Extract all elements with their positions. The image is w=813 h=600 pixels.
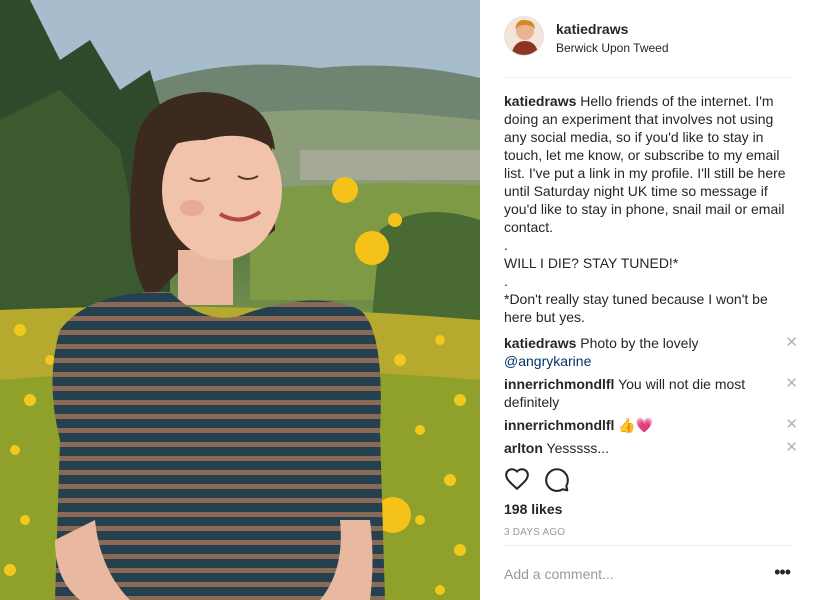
comment-item: arlton Yesssss... ✕ [504, 439, 798, 457]
comment-item: innerrichmondlfl 👍💗 ✕ [504, 416, 798, 434]
post-header: katiedraws Berwick Upon Tweed [504, 16, 792, 78]
comments-list: katiedraws Hello friends of the internet… [504, 92, 798, 457]
add-comment-bar: ••• [504, 545, 792, 600]
author-username[interactable]: katiedraws [556, 21, 628, 37]
post-caption: katiedraws Hello friends of the internet… [504, 92, 794, 326]
avatar-illustration [511, 19, 539, 55]
comment-text: Photo by the lovely [576, 335, 699, 351]
comment-mention[interactable]: @angrykarine [504, 353, 591, 369]
likes-count[interactable]: 198 likes [504, 501, 562, 517]
post-location[interactable]: Berwick Upon Tweed [556, 41, 669, 55]
comment-username[interactable]: innerrichmondlfl [504, 376, 614, 392]
comment-button[interactable] [544, 466, 572, 494]
post-actions [504, 466, 792, 496]
remove-comment-icon[interactable]: ✕ [785, 439, 798, 457]
comment-item: innerrichmondlfl You will not die most d… [504, 375, 798, 411]
author-avatar[interactable] [504, 16, 544, 56]
comment-username[interactable]: innerrichmondlfl [504, 417, 614, 433]
comment-bubble-icon [545, 468, 569, 492]
comment-text: Yesssss... [542, 440, 610, 456]
heart-icon [505, 468, 529, 491]
add-comment-input[interactable] [504, 562, 754, 586]
remove-comment-icon[interactable]: ✕ [785, 334, 798, 352]
comment-item: katiedraws Photo by the lovely @angrykar… [504, 334, 798, 370]
post-photo-illustration [0, 0, 480, 600]
comment-text: 👍💗 [614, 417, 654, 433]
remove-comment-icon[interactable]: ✕ [785, 375, 798, 393]
comment-username[interactable]: arlton [504, 440, 543, 456]
caption-text: Hello friends of the internet. I'm doing… [504, 93, 786, 325]
comment-username[interactable]: katiedraws [504, 335, 576, 351]
post-date[interactable]: 3 DAYS AGO [504, 527, 565, 538]
caption-username[interactable]: katiedraws [504, 93, 576, 109]
remove-comment-icon[interactable]: ✕ [785, 416, 798, 434]
more-options-icon[interactable]: ••• [774, 562, 791, 583]
post-photo[interactable] [0, 0, 480, 600]
like-button[interactable] [504, 466, 532, 494]
post-side-panel: katiedraws Berwick Upon Tweed katiedraws… [480, 0, 813, 600]
